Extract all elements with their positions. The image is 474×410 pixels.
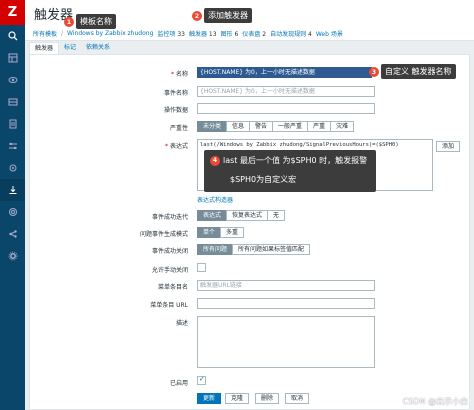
nav-web[interactable]: Web 场景: [316, 29, 343, 38]
tab-dependencies[interactable]: 依赖关系: [81, 42, 115, 54]
ok-event-selector: 表达式 恢复表达式 无: [197, 210, 286, 221]
annotation-1: 模板名称: [76, 14, 116, 29]
annotation-2: 添加触发器: [204, 8, 252, 23]
annotation-4: 4 last 最后一个值 为$SPH0 时，触发报警 $SPH0为自定义宏: [204, 150, 376, 192]
ok-event-label: 事件成功迭代: [151, 214, 188, 221]
ok-close-selector: 所有问题 所有问题如果标签值匹配: [197, 244, 311, 255]
severity-high[interactable]: 严重: [307, 121, 332, 132]
ok-event-recovery[interactable]: 恢复表达式: [226, 210, 269, 221]
settings-icon[interactable]: [0, 245, 25, 267]
reports-icon[interactable]: [0, 113, 25, 135]
severity-average[interactable]: 一般严重: [272, 121, 309, 132]
expression-label: * 表达式: [164, 143, 188, 150]
menu-name-label: 菜单条目名: [157, 284, 188, 291]
search-icon[interactable]: [0, 25, 25, 47]
ok-close-label: 事件成功关闭: [151, 248, 188, 255]
problem-mode-selector: 单个 多重: [197, 227, 245, 238]
dashboard-icon[interactable]: [0, 47, 25, 69]
annotation-3: 自定义 触发器名称: [381, 64, 456, 79]
enabled-label: 已启用: [169, 380, 188, 387]
tab-trigger[interactable]: 触发器: [29, 42, 60, 54]
name-input[interactable]: {HOST.NAME} 为0，上一小时无描述数据: [197, 67, 372, 78]
breadcrumb-template[interactable]: Windows by Zabbix zhudong: [67, 30, 153, 37]
menu-name-input[interactable]: 触发器URL链接: [197, 280, 375, 291]
severity-label: 严重性: [169, 125, 188, 132]
zabbix-logo[interactable]: Z: [0, 0, 25, 25]
administration-icon[interactable]: [0, 157, 25, 179]
update-button[interactable]: 更新: [197, 393, 222, 404]
menu-url-input[interactable]: [197, 298, 375, 309]
opdata-input[interactable]: [197, 103, 375, 114]
severity-not-classified[interactable]: 未分类: [197, 121, 228, 132]
clone-button[interactable]: 克隆: [225, 393, 250, 404]
annotation-4-badge: 4: [210, 155, 220, 166]
name-label: * 名称: [170, 71, 188, 78]
form-tabs: 触发器 标记 依赖关系: [29, 42, 115, 54]
tab-tags[interactable]: 标记: [59, 42, 81, 54]
monitoring-icon[interactable]: [0, 69, 25, 91]
description-textarea[interactable]: [197, 316, 375, 368]
annotation-1-badge: 1: [64, 17, 74, 27]
opdata-label: 操作数据: [163, 107, 188, 114]
breadcrumb-all-templates[interactable]: 所有模板: [33, 29, 57, 38]
manual-close-checkbox[interactable]: [197, 263, 206, 272]
problem-mode-multiple[interactable]: 多重: [220, 227, 245, 238]
ok-close-tag-match[interactable]: 所有问题如果标签值匹配: [232, 244, 311, 255]
download-icon[interactable]: [0, 179, 25, 201]
delete-button[interactable]: 删除: [255, 393, 280, 404]
event-name-input[interactable]: {HOST.NAME} 为0，上一小时无描述数据: [197, 86, 375, 97]
nav-items[interactable]: 监控项 33: [157, 29, 185, 38]
cancel-button[interactable]: 取消: [285, 393, 310, 404]
problem-mode-single[interactable]: 单个: [197, 227, 222, 238]
support-icon[interactable]: [0, 201, 25, 223]
annotation-3-badge: 3: [369, 67, 379, 77]
ok-event-none[interactable]: 无: [267, 210, 286, 221]
breadcrumb: 所有模板 / Windows by Zabbix zhudong 监控项 33 …: [25, 27, 474, 41]
configuration-icon[interactable]: [0, 135, 25, 157]
add-expression-button[interactable]: 添加: [436, 141, 461, 152]
nav-triggers[interactable]: 触发器 13: [189, 29, 217, 38]
severity-information[interactable]: 信息: [226, 121, 251, 132]
nav-graphs[interactable]: 图形 6: [221, 29, 239, 38]
ok-close-all[interactable]: 所有问题: [197, 244, 234, 255]
severity-warning[interactable]: 警告: [249, 121, 274, 132]
nav-discovery[interactable]: 自动发现规则 4: [270, 29, 312, 38]
enabled-checkbox[interactable]: [197, 375, 206, 385]
inventory-icon[interactable]: [0, 91, 25, 113]
trigger-form: * 名称 {HOST.NAME} 为0，上一小时无描述数据 事件名称 {HOST.…: [29, 54, 470, 410]
nav-dashboards[interactable]: 仪表盘 2: [242, 29, 266, 38]
event-name-label: 事件名称: [163, 90, 188, 97]
sidebar: Z: [0, 0, 25, 410]
ok-event-expression[interactable]: 表达式: [197, 210, 228, 221]
menu-url-label: 菜单条目 URL: [150, 302, 188, 309]
annotation-2-badge: 2: [192, 11, 202, 21]
severity-selector: 未分类 信息 警告 一般严重 严重 灾难: [197, 121, 355, 132]
severity-disaster[interactable]: 灾难: [330, 121, 355, 132]
manual-close-label: 允许手动关闭: [151, 267, 188, 274]
problem-mode-label: 问题事件生成模式: [139, 231, 188, 238]
description-label: 描述: [175, 320, 188, 327]
share-icon[interactable]: [0, 223, 25, 245]
watermark: CSDN @出示小白: [402, 397, 468, 406]
expression-builder-link[interactable]: 表达式构造器: [197, 195, 233, 204]
